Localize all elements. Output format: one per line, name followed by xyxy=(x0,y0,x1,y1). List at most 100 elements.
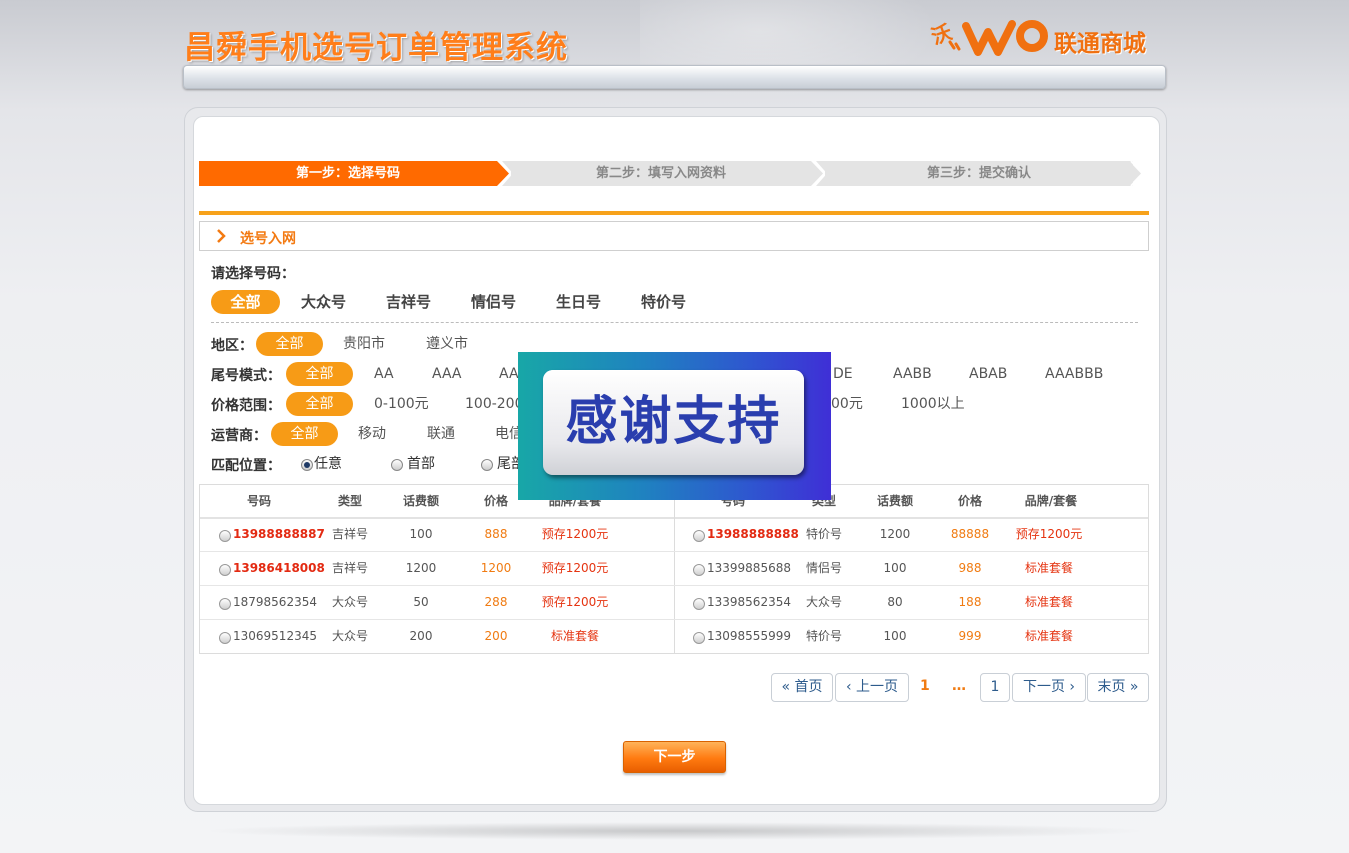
row-select-radio[interactable] xyxy=(693,632,705,644)
tail-abcde[interactable]: DE xyxy=(833,362,853,386)
row-price: 188 xyxy=(958,595,982,609)
dashed-divider xyxy=(211,322,1138,323)
carrier-all[interactable]: 全部 xyxy=(271,422,338,446)
step-3: 第三步：提交确认 xyxy=(825,161,1133,186)
row-number: 18798562354 xyxy=(233,595,317,609)
row-fee: 100 xyxy=(883,629,907,643)
row-package: 预存1200元 xyxy=(541,527,609,541)
row-fee: 100 xyxy=(409,527,433,541)
step-2: 第二步：填写入网资料 xyxy=(511,161,811,186)
row-package: 预存1200元 xyxy=(1015,527,1083,541)
row-type: 吉祥号 xyxy=(331,561,368,575)
row-type: 吉祥号 xyxy=(331,527,368,541)
step-progress: 第一步：选择号码 第二步：填写入网资料 第三步：提交确认 xyxy=(199,161,1145,186)
row-select-radio[interactable] xyxy=(219,598,231,610)
row-type: 大众号 xyxy=(331,629,368,643)
region-zunyi[interactable]: 遵义市 xyxy=(426,332,468,356)
row-number: 13069512345 xyxy=(233,629,317,643)
tab-special[interactable]: 特价号 xyxy=(641,290,686,314)
section-divider xyxy=(199,211,1149,215)
row-fee: 1200 xyxy=(405,561,437,575)
th-type: 类型 xyxy=(337,494,362,508)
row-package: 预存1200元 xyxy=(541,595,609,609)
pager-next[interactable]: 下一页 › xyxy=(1012,673,1086,702)
row-number: 13988888888 xyxy=(707,527,799,541)
carrier-unicom[interactable]: 联通 xyxy=(427,422,455,446)
price-1000-plus[interactable]: 1000以上 xyxy=(901,392,965,416)
tail-aabb[interactable]: AABB xyxy=(893,362,932,386)
tab-popular[interactable]: 大众号 xyxy=(301,290,346,314)
row-package: 标准套餐 xyxy=(1024,629,1073,643)
pager-current: 1 xyxy=(920,678,930,694)
price-0-100[interactable]: 0-100元 xyxy=(374,392,429,416)
section-title: 选号入网 xyxy=(240,231,296,247)
pager-first[interactable]: « 首页 xyxy=(771,673,833,702)
tail-aaabbb[interactable]: AAABBB xyxy=(1045,362,1103,386)
pager-page-1[interactable]: 1 xyxy=(980,673,1010,702)
tab-couple[interactable]: 情侣号 xyxy=(471,290,516,314)
region-guiyang[interactable]: 贵阳市 xyxy=(343,332,385,356)
tail-label: 尾号模式： xyxy=(211,368,281,384)
carrier-mobile[interactable]: 移动 xyxy=(358,422,386,446)
row-select-radio[interactable] xyxy=(219,530,231,542)
row-price: 200 xyxy=(484,629,508,643)
tail-all[interactable]: 全部 xyxy=(286,362,353,386)
step-1: 第一步：选择号码 xyxy=(199,161,497,186)
match-head-radio[interactable] xyxy=(391,459,403,471)
row-number: 13988888887 xyxy=(233,527,325,541)
tail-aa[interactable]: AA xyxy=(374,362,394,386)
price-100-200[interactable]: 100-200 xyxy=(465,392,524,416)
row-price: 88888 xyxy=(950,527,990,541)
row-select-radio[interactable] xyxy=(219,564,231,576)
th-price-right: 价格 xyxy=(957,494,982,508)
thanks-card: 感谢支持 xyxy=(543,370,804,475)
chevron-right-icon xyxy=(217,229,226,243)
price-range-hidden[interactable]: 00元 xyxy=(831,392,863,416)
pager-prev[interactable]: ‹ 上一页 xyxy=(835,673,909,702)
price-label: 价格范围： xyxy=(211,398,281,414)
th-number: 号码 xyxy=(246,494,271,508)
number-table: 号码 类型 话费额 价格 品牌/套餐 号码 类型 话费额 价格 品牌/套餐 13… xyxy=(199,484,1149,654)
th-fee-right: 话费额 xyxy=(876,494,913,508)
row-number: 13398562354 xyxy=(707,595,791,609)
tail-aaa[interactable]: AAA xyxy=(432,362,462,386)
th-fee: 话费额 xyxy=(402,494,439,508)
row-type: 特价号 xyxy=(805,527,842,541)
site-title: 昌舜手机选号订单管理系统 xyxy=(184,30,568,66)
tab-all[interactable]: 全部 xyxy=(211,290,280,314)
row-select-radio[interactable] xyxy=(693,564,705,576)
tab-lucky[interactable]: 吉祥号 xyxy=(386,290,431,314)
header-bar xyxy=(183,65,1166,89)
price-all[interactable]: 全部 xyxy=(286,392,353,416)
row-price: 1200 xyxy=(480,561,512,575)
pager-last[interactable]: 末页 » xyxy=(1087,673,1149,702)
row-price: 288 xyxy=(484,595,508,609)
row-fee: 1200 xyxy=(879,527,911,541)
row-number: 13399885688 xyxy=(707,561,791,575)
next-step-button[interactable]: 下一步 xyxy=(623,741,726,773)
row-number: 13986418008 xyxy=(233,561,325,575)
row-select-radio[interactable] xyxy=(693,598,705,610)
row-price: 888 xyxy=(484,527,508,541)
match-any-label: 任意 xyxy=(314,456,342,472)
region-label: 地区： xyxy=(211,338,253,354)
pager-ellipsis: … xyxy=(952,678,966,694)
row-fee: 50 xyxy=(413,595,429,609)
row-price: 988 xyxy=(958,561,982,575)
carrier-label: 运营商： xyxy=(211,428,267,444)
tail-abab[interactable]: ABAB xyxy=(969,362,1007,386)
row-select-radio[interactable] xyxy=(219,632,231,644)
match-tail-radio[interactable] xyxy=(481,459,493,471)
thanks-overlay: 感谢支持 xyxy=(518,352,831,500)
tail-aaaa[interactable]: AA xyxy=(499,362,519,386)
row-select-radio[interactable] xyxy=(693,530,705,542)
region-all[interactable]: 全部 xyxy=(256,332,323,356)
match-any-radio[interactable] xyxy=(301,459,313,471)
brand-name: 联通商城 xyxy=(1054,31,1146,57)
row-type: 大众号 xyxy=(805,595,842,609)
section-header: 选号入网 xyxy=(199,221,1149,251)
row-package: 标准套餐 xyxy=(1024,561,1073,575)
row-type: 情侣号 xyxy=(805,561,842,575)
tab-birthday[interactable]: 生日号 xyxy=(556,290,601,314)
match-label: 匹配位置： xyxy=(211,458,281,474)
